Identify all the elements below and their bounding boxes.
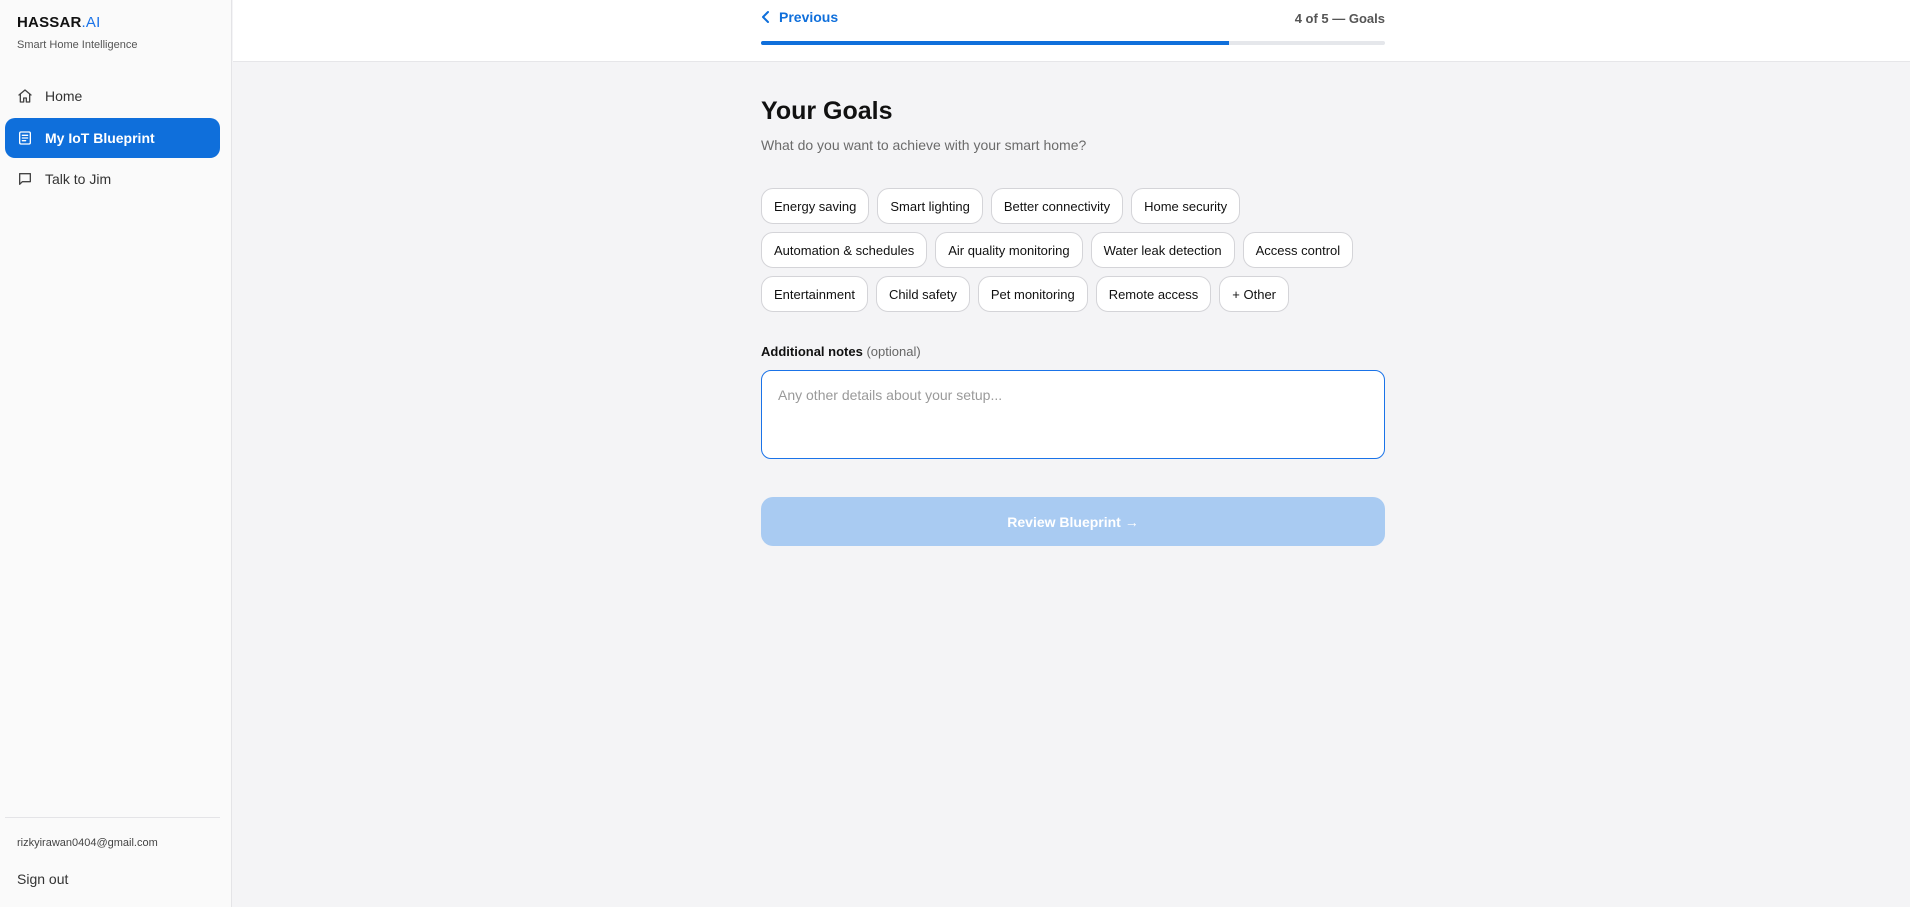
page-title: Your Goals xyxy=(761,97,893,125)
goal-chip[interactable]: Entertainment xyxy=(761,276,868,312)
goal-chip[interactable]: Smart lighting xyxy=(877,188,983,224)
goal-chip[interactable]: Automation & schedules xyxy=(761,232,928,268)
goal-row: Automation & schedules Air quality monito… xyxy=(761,232,1401,268)
previous-button[interactable]: Previous xyxy=(761,9,838,25)
sidebar-divider xyxy=(5,817,220,818)
document-icon xyxy=(17,130,33,146)
chevron-left-icon xyxy=(762,11,769,23)
progress-bar xyxy=(761,41,1385,45)
goal-chip[interactable]: Better connectivity xyxy=(990,188,1124,224)
goal-chip[interactable]: Remote access xyxy=(1095,276,1212,312)
chat-icon xyxy=(17,171,33,187)
sidebar-item-label: Home xyxy=(45,88,83,104)
goal-chip[interactable]: Pet monitoring xyxy=(977,276,1088,312)
goal-chip[interactable]: Access control xyxy=(1242,232,1354,268)
notes-label: Additional notes (optional) xyxy=(761,344,921,359)
sidebar-item-label: Talk to Jim xyxy=(45,171,112,187)
progress-bar-fill xyxy=(761,41,1229,45)
previous-label: Previous xyxy=(779,9,839,25)
brand-tagline: Smart Home Intelligence xyxy=(17,39,138,51)
page-subtitle: What do you want to achieve with your sm… xyxy=(761,137,1087,153)
goal-row: Energy saving Smart lighting Better connec… xyxy=(761,188,1401,224)
top-bar xyxy=(233,0,1910,62)
goal-chip[interactable]: Home security xyxy=(1131,188,1241,224)
step-indicator: 4 of 5 — Goals xyxy=(1294,11,1385,26)
sidebar-item-talk-to-jim[interactable]: Talk to Jim xyxy=(5,159,220,199)
goal-row: Entertainment Child safety Pet monitoring R… xyxy=(761,276,1401,312)
goal-chip[interactable]: Air quality monitoring xyxy=(935,232,1083,268)
goal-chip[interactable]: Energy saving xyxy=(761,188,870,224)
home-icon xyxy=(17,88,33,104)
goal-chip[interactable]: Water leak detection xyxy=(1090,232,1235,268)
brand-logo: HASSAR.AI xyxy=(17,14,101,31)
additional-notes-input[interactable] xyxy=(761,370,1385,459)
goal-chip[interactable]: Child safety xyxy=(875,276,970,312)
sidebar: HASSAR.AI Smart Home Intelligence Home M… xyxy=(0,0,232,907)
sidebar-item-home[interactable]: Home xyxy=(5,76,220,116)
user-email: rizkyirawan0404@gmail.com xyxy=(17,837,158,849)
goal-chip[interactable]: + Other xyxy=(1219,276,1289,312)
sign-out-link[interactable]: Sign out xyxy=(17,871,68,887)
goal-options: Energy saving Smart lighting Better connec… xyxy=(761,188,1401,320)
sidebar-item-my-iot-blueprint[interactable]: My IoT Blueprint xyxy=(5,118,220,158)
review-blueprint-button[interactable]: Review Blueprint → xyxy=(761,497,1385,546)
sidebar-item-label: My IoT Blueprint xyxy=(45,130,155,146)
